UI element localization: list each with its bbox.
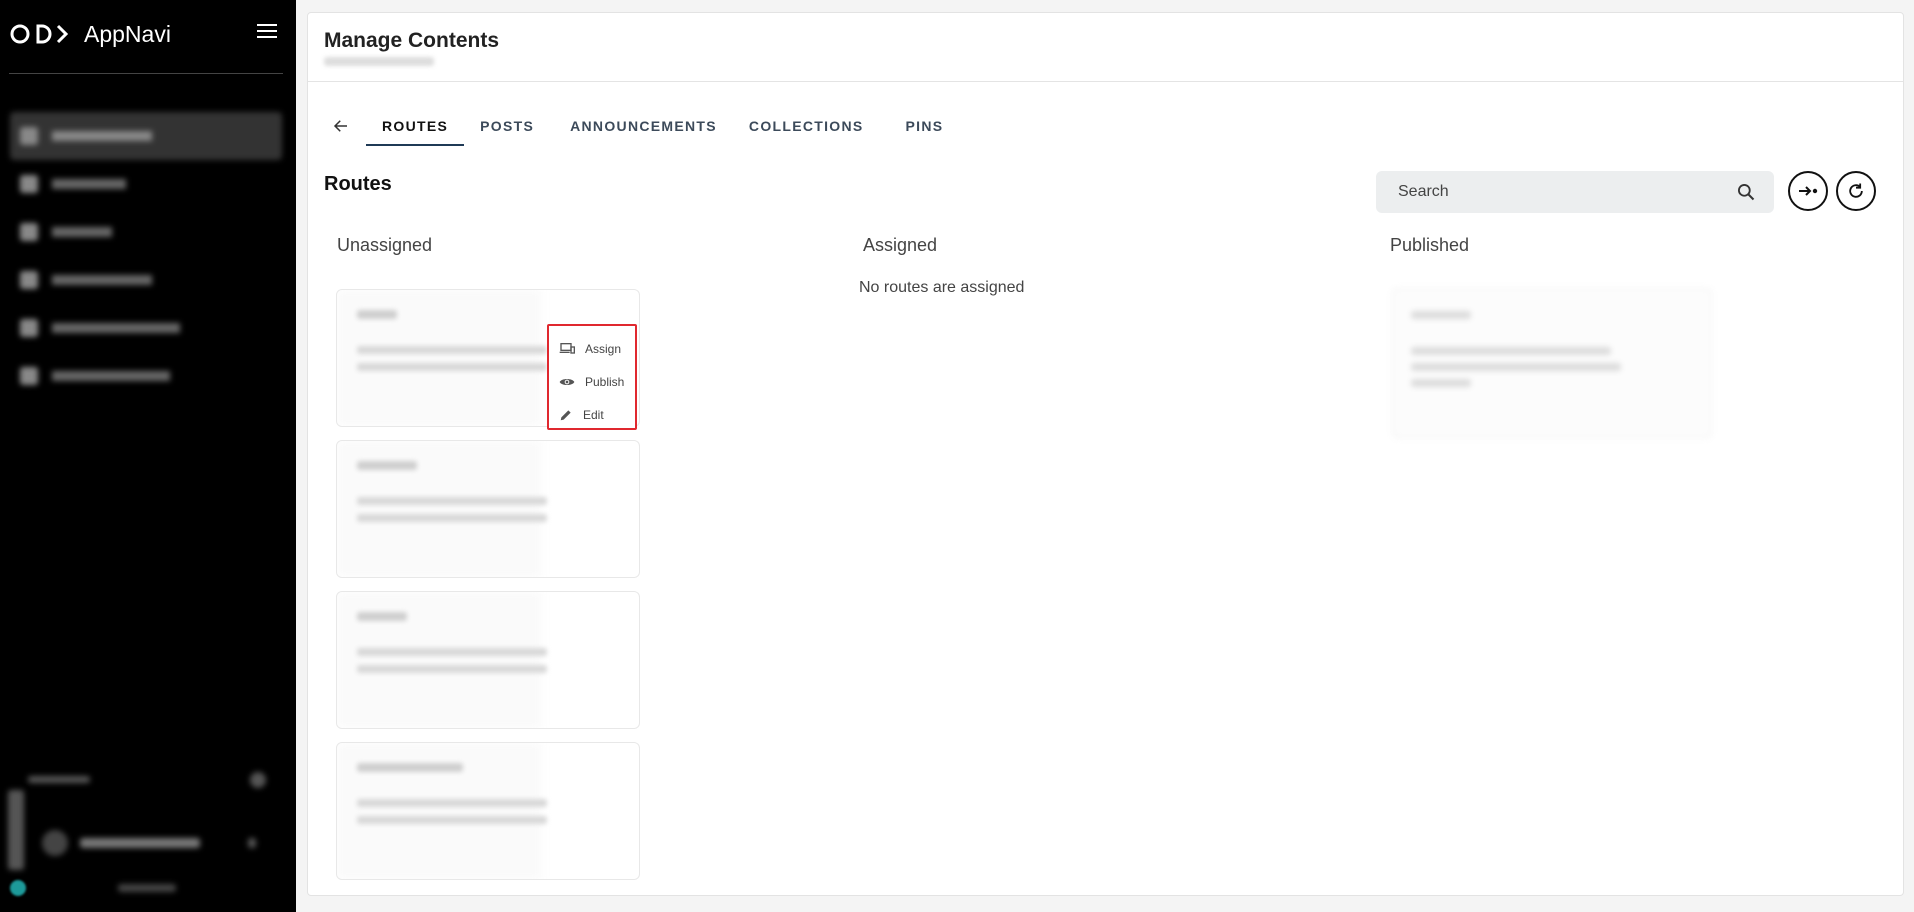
sidebar-item-2[interactable] (10, 160, 282, 208)
app-name: AppNavi (84, 20, 171, 47)
tab-announcements[interactable]: ANNOUNCEMENTS (554, 106, 733, 146)
search-icon[interactable] (1736, 182, 1756, 202)
devices-icon (559, 342, 575, 354)
column-published-title: Published (1390, 235, 1470, 255)
column-unassigned-title: Unassigned (337, 235, 433, 255)
header-divider (308, 81, 1903, 82)
arrow-left-icon (333, 120, 347, 132)
user-name[interactable] (80, 838, 200, 848)
route-card[interactable] (336, 742, 640, 880)
refresh-icon (1849, 183, 1863, 198)
route-card[interactable] (336, 440, 640, 578)
search-input[interactable] (1398, 183, 1736, 201)
sidebar-divider (9, 73, 283, 74)
arrow-right-dot-icon (1799, 186, 1818, 196)
section-title: Routes (324, 173, 392, 195)
assigned-empty-message: No routes are assigned (859, 279, 1025, 296)
route-context-menu: Assign Publish Edit (547, 324, 637, 430)
page-title: Manage Contents (324, 29, 500, 52)
refresh-button[interactable] (1836, 171, 1876, 211)
sidebar-section-label (28, 776, 90, 783)
sidebar-item-4[interactable] (10, 256, 282, 304)
help-icon[interactable] (10, 880, 26, 896)
column-assigned-title: Assigned (863, 235, 938, 255)
chevron-right-icon[interactable] (248, 838, 256, 848)
side-tab[interactable] (8, 790, 24, 870)
eye-icon (559, 378, 575, 385)
tab-posts[interactable]: POSTS (464, 106, 550, 146)
tab-routes[interactable]: ROUTES (366, 106, 465, 146)
pencil-icon (560, 409, 571, 420)
main-panel: Manage Contents ROUTES POSTS ANNOUNCEMEN… (307, 12, 1904, 896)
edit-label: Edit (583, 407, 604, 422)
tab-collections[interactable]: COLLECTIONS (733, 106, 880, 146)
page-subtitle (324, 57, 434, 66)
hamburger-icon[interactable] (257, 24, 277, 40)
search-box[interactable] (1376, 171, 1774, 213)
appnavi-logo-icon (10, 22, 72, 46)
version-label (118, 884, 176, 892)
edit-menu-item[interactable]: Edit (549, 398, 635, 431)
assign-label: Assign (585, 341, 622, 356)
publish-label: Publish (585, 374, 625, 389)
sidebar-nav (10, 112, 282, 400)
export-button[interactable] (1788, 171, 1828, 211)
logo: AppNavi (10, 18, 171, 50)
tab-bar: ROUTES POSTS ANNOUNCEMENTS COLLECTIONS P… (326, 103, 959, 149)
settings-icon[interactable] (250, 772, 266, 788)
sidebar-item-5[interactable] (10, 304, 282, 352)
sidebar-item-6[interactable] (10, 352, 282, 400)
assign-menu-item[interactable]: Assign (549, 332, 635, 365)
route-card[interactable] (336, 591, 640, 729)
avatar[interactable] (42, 830, 68, 856)
tab-pins[interactable]: PINS (890, 106, 960, 146)
published-route-card[interactable] (1392, 288, 1712, 438)
publish-menu-item[interactable]: Publish (549, 365, 635, 398)
sidebar-item-3[interactable] (10, 208, 282, 256)
sidebar: AppNavi (0, 0, 296, 912)
back-button[interactable] (326, 111, 356, 141)
sidebar-item-1[interactable] (10, 112, 282, 160)
